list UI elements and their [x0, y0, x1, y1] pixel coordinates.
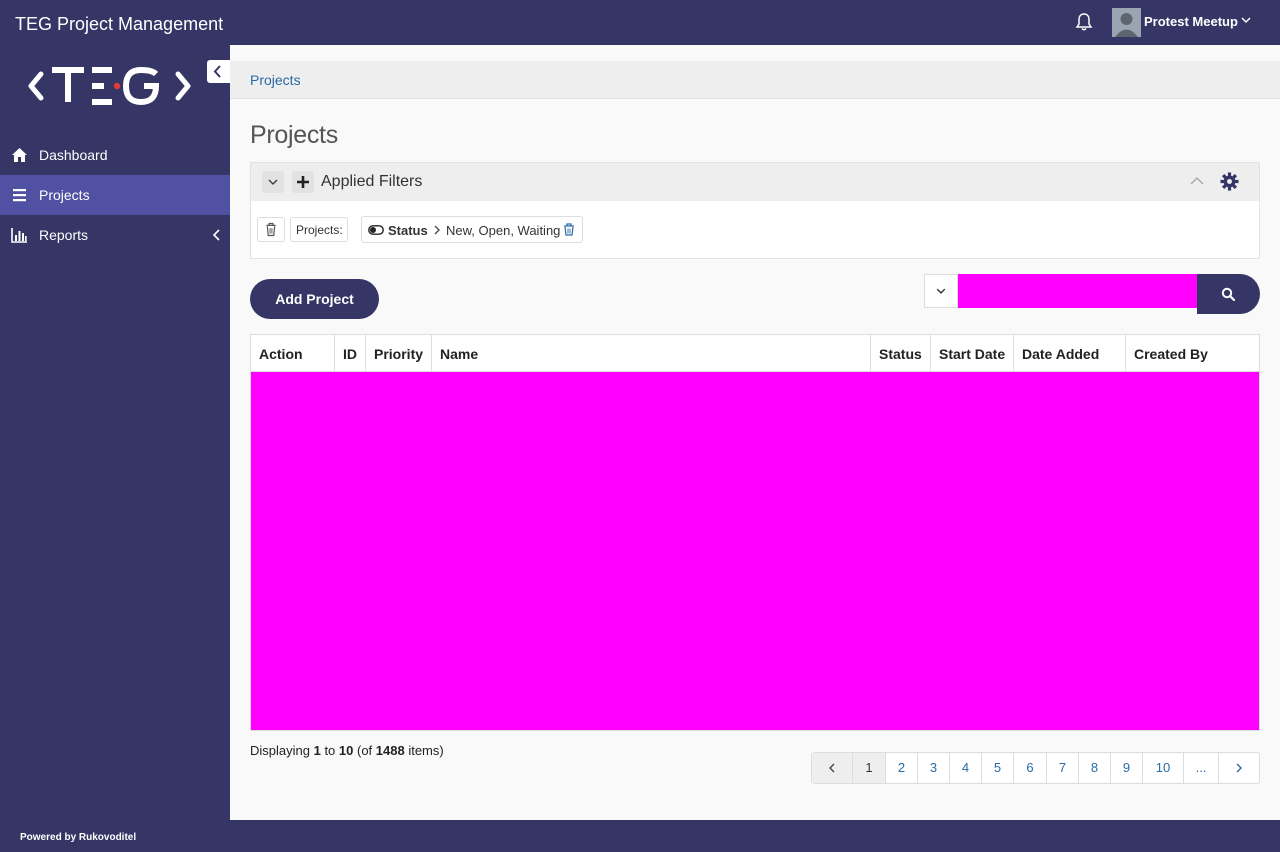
- sidebar-item-label: Reports: [39, 227, 89, 243]
- search-button[interactable]: [1197, 274, 1260, 314]
- list-icon: [11, 187, 28, 203]
- filter-field-name: Status: [388, 223, 428, 238]
- filter-values: New, Open, Waiting: [446, 223, 561, 238]
- avatar[interactable]: [1112, 8, 1141, 37]
- pagination-page-8[interactable]: 8: [1079, 753, 1111, 783]
- teg-logo[interactable]: [28, 64, 193, 108]
- sidebar-collapse-button[interactable]: [207, 60, 230, 83]
- pagination-page-6[interactable]: 6: [1014, 753, 1047, 783]
- sidebar: Dashboard Projects Reports: [0, 45, 230, 820]
- table-body-redacted: [251, 372, 1259, 730]
- powered-by-footer[interactable]: Powered by Rukovoditel: [20, 832, 136, 843]
- projects-table: Action ID Priority Name Status Start Dat…: [250, 334, 1260, 731]
- pagination-page-5[interactable]: 5: [982, 753, 1014, 783]
- pagination-page-3[interactable]: 3: [918, 753, 950, 783]
- chevron-left-icon: [212, 229, 222, 241]
- display-prefix: Displaying: [250, 743, 314, 758]
- sidebar-item-reports[interactable]: Reports: [0, 215, 230, 255]
- display-of-prefix: (of: [353, 743, 376, 758]
- display-from: 1: [313, 743, 321, 758]
- pagination-page-10[interactable]: 10: [1143, 753, 1184, 783]
- search-options-dropdown[interactable]: [924, 274, 958, 308]
- sidebar-item-label: Projects: [39, 187, 90, 203]
- pagination-page-7[interactable]: 7: [1047, 753, 1079, 783]
- column-header-start-date[interactable]: Start Date: [931, 335, 1014, 372]
- filter-status-chip[interactable]: Status New, Open, Waiting: [361, 216, 583, 243]
- home-icon: [11, 147, 28, 163]
- app-title[interactable]: TEG Project Management: [15, 14, 223, 35]
- main-content: Projects Projects Applied Filters Projec…: [230, 45, 1280, 820]
- toggle-icon[interactable]: [368, 225, 384, 235]
- gear-icon[interactable]: [1220, 172, 1239, 191]
- page-title: Projects: [250, 121, 338, 149]
- sidebar-item-projects[interactable]: Projects: [0, 175, 230, 215]
- chevron-right-icon: [433, 225, 441, 235]
- display-to: 10: [338, 743, 354, 758]
- sidebar-item-label: Dashboard: [39, 147, 108, 163]
- chevron-down-icon[interactable]: [1240, 14, 1252, 26]
- add-filter-button[interactable]: [292, 171, 314, 193]
- display-to-word: to: [320, 743, 339, 758]
- table-header: Action ID Priority Name Status Start Dat…: [251, 335, 1259, 372]
- breadcrumb: Projects: [230, 61, 1280, 99]
- column-header-status[interactable]: Status: [871, 335, 931, 372]
- bar-chart-icon: [11, 227, 28, 243]
- add-project-button[interactable]: Add Project: [250, 279, 379, 319]
- display-total: 1488: [375, 743, 405, 758]
- chevron-up-icon[interactable]: [1189, 176, 1205, 186]
- filter-entity-chip[interactable]: Projects:: [290, 217, 348, 242]
- breadcrumb-projects-link[interactable]: Projects: [250, 72, 301, 88]
- filter-entity-label: Projects:: [296, 223, 343, 237]
- pagination-next-button[interactable]: [1219, 753, 1259, 783]
- pagination-prev-button[interactable]: [812, 753, 853, 783]
- column-header-created-by[interactable]: Created By: [1126, 335, 1259, 372]
- top-bar: TEG Project Management Protest Meetup: [0, 0, 1280, 45]
- user-name[interactable]: Protest Meetup: [1144, 14, 1238, 29]
- sidebar-item-dashboard[interactable]: Dashboard: [0, 135, 230, 175]
- pagination-page-4[interactable]: 4: [950, 753, 982, 783]
- clear-filters-button[interactable]: [257, 217, 285, 242]
- filters-title: Applied Filters: [321, 173, 423, 190]
- filters-header: Applied Filters: [251, 163, 1259, 201]
- pagination-page-2[interactable]: 2: [886, 753, 918, 783]
- column-header-date-added[interactable]: Date Added: [1014, 335, 1126, 372]
- search-icon: [1221, 287, 1235, 301]
- pagination: 1 2 3 4 5 6 7 8 9 10 ...: [811, 752, 1260, 784]
- pagination-page-9[interactable]: 9: [1111, 753, 1143, 783]
- pagination-page-1[interactable]: 1: [853, 753, 886, 783]
- column-header-id[interactable]: ID: [335, 335, 366, 372]
- bell-icon[interactable]: [1075, 12, 1093, 32]
- filters-panel: Applied Filters Projects: Status New, Op…: [250, 162, 1260, 259]
- column-header-name[interactable]: Name: [432, 335, 871, 372]
- search-input[interactable]: [958, 274, 1198, 308]
- column-header-action[interactable]: Action: [251, 335, 335, 372]
- column-header-priority[interactable]: Priority: [366, 335, 432, 372]
- pagination-ellipsis[interactable]: ...: [1184, 753, 1219, 783]
- display-count: Displaying 1 to 10 (of 1488 items): [250, 743, 444, 758]
- filters-dropdown-button[interactable]: [262, 171, 284, 193]
- trash-icon[interactable]: [563, 223, 575, 236]
- display-of-suffix: items): [404, 743, 444, 758]
